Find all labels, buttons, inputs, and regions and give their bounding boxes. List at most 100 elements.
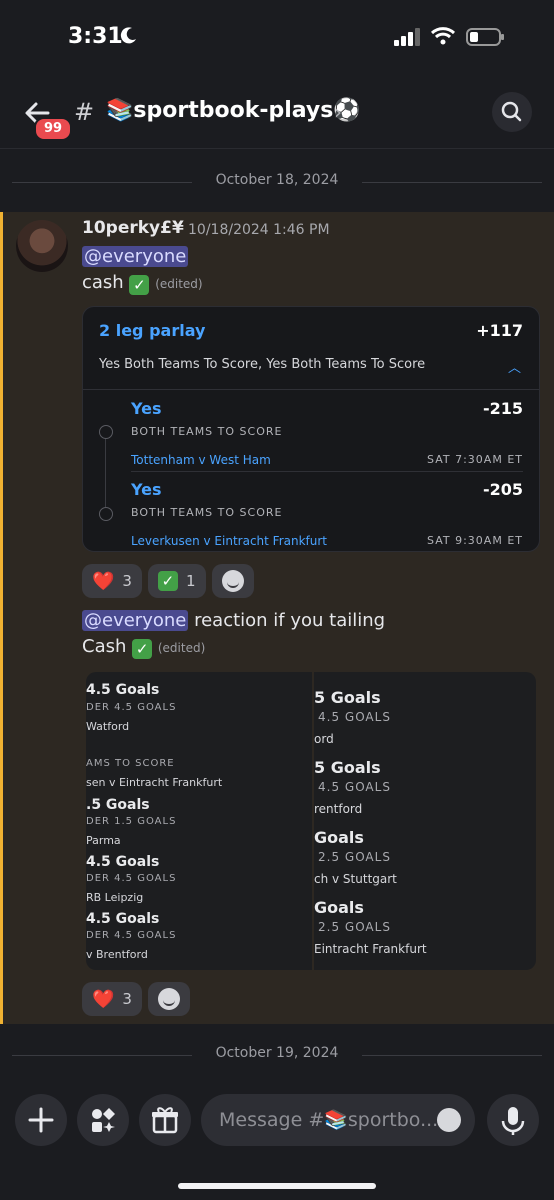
add-reaction-button[interactable] <box>211 564 254 598</box>
bet-market: DER 4.5 GOALS <box>86 702 177 713</box>
message-line-1: @everyone <box>82 246 189 267</box>
composer-bar: Message #📚sportbo... <box>0 1080 554 1200</box>
bet-market: DER 4.5 GOALS <box>86 930 177 941</box>
gift-button[interactable] <box>139 1094 191 1146</box>
bet-game: ord <box>314 732 334 746</box>
mention-highlight-bar <box>0 212 3 1024</box>
bet-title: Goals <box>314 898 364 917</box>
channel-header: 99 # 📚sportbook-plays⚽ › <box>0 80 554 149</box>
bet-title: 4.5 Goals <box>86 682 160 698</box>
apps-button[interactable] <box>77 1094 129 1146</box>
heart-icon: ❤️ <box>92 988 115 1010</box>
message-timestamp: 10/18/2024 1:46 PM <box>188 222 330 238</box>
attachment-image-right[interactable]: 5 Goals 4.5 GOALS ord 5 Goals 4.5 GOALS … <box>314 672 536 970</box>
heart-icon: ❤️ <box>92 570 115 592</box>
reaction-heart[interactable]: ❤️ 3 <box>82 982 142 1016</box>
reaction-count: 3 <box>122 572 132 590</box>
bet-market: DER 1.5 GOALS <box>86 816 177 827</box>
date-divider: October 18, 2024 <box>12 172 542 192</box>
search-button[interactable] <box>492 92 532 132</box>
parlay-odds: +117 <box>476 321 523 340</box>
leg-odds: -205 <box>482 480 523 499</box>
reaction-heart[interactable]: ❤️ 3 <box>82 564 142 598</box>
reaction-count: 3 <box>122 990 132 1008</box>
chevron-right-icon[interactable]: › <box>334 100 342 124</box>
message-text: reaction if you tailing <box>188 610 386 631</box>
cellular-signal-icon <box>394 28 420 46</box>
attachment-image-left[interactable]: 4.5 Goals DER 4.5 GOALS Watford AMS TO S… <box>86 672 312 970</box>
bet-market: 2.5 GOALS <box>318 920 391 934</box>
bet-market: 2.5 GOALS <box>318 850 391 864</box>
moon-icon <box>120 27 136 44</box>
author-name[interactable]: 10perky£¥ <box>82 218 184 238</box>
voice-message-button[interactable] <box>487 1094 539 1146</box>
add-reaction-button[interactable] <box>147 982 190 1016</box>
message-text: cash <box>82 272 124 293</box>
check-mark-icon: ✓ <box>129 275 150 295</box>
date-divider: October 19, 2024 <box>12 1045 542 1065</box>
message-line-2: cash ✓ (edited) <box>82 272 203 295</box>
leg-time: SAT 7:30AM ET <box>427 453 523 466</box>
search-icon <box>501 101 522 122</box>
bet-game: Eintracht Frankfurt <box>314 942 427 956</box>
parlay-title: 2 leg parlay <box>99 321 206 340</box>
unread-badge: 99 <box>34 117 72 141</box>
parlay-card[interactable]: 2 leg parlay +117 Yes Both Teams To Scor… <box>82 306 540 552</box>
wifi-icon <box>430 27 456 45</box>
reaction-bar: ❤️ 3 ✓ 1 <box>82 564 254 598</box>
avatar[interactable] <box>16 220 68 272</box>
message-placeholder: Message #📚sportbo... <box>219 1109 439 1131</box>
bet-game: rentford <box>314 802 363 816</box>
bet-game: Parma <box>86 834 121 847</box>
bet-title: 4.5 Goals <box>86 911 160 927</box>
reaction-check[interactable]: ✓ 1 <box>147 564 206 598</box>
apps-icon <box>92 1108 115 1132</box>
bet-market: AMS TO SCORE <box>86 758 175 769</box>
bet-title: 5 Goals <box>314 758 381 777</box>
leg-market: BOTH TEAMS TO SCORE <box>131 425 283 438</box>
bet-title: 5 Goals <box>314 688 381 707</box>
edited-label: (edited) <box>157 641 206 655</box>
add-attachment-button[interactable] <box>15 1094 67 1146</box>
everyone-mention[interactable]: @everyone <box>82 246 189 267</box>
hashtag-icon: # <box>74 98 95 126</box>
leg-pick: Yes <box>131 399 162 418</box>
check-mark-icon: ✓ <box>132 639 153 659</box>
leg-game[interactable]: Tottenham v West Ham <box>131 453 271 467</box>
bet-game: v Brentford <box>86 948 148 961</box>
bet-title: 4.5 Goals <box>86 854 160 870</box>
channel-name[interactable]: 📚sportbook-plays⚽ <box>106 98 361 123</box>
bet-game: RB Leipzig <box>86 891 144 904</box>
chevron-up-icon[interactable]: ︿ <box>508 357 521 376</box>
check-mark-icon: ✓ <box>157 571 178 591</box>
microphone-icon <box>501 1107 525 1135</box>
status-bar: 3:31 <box>0 0 554 80</box>
bet-title: Goals <box>314 828 364 847</box>
bet-game: ch v Stuttgart <box>314 872 397 886</box>
edited-label: (edited) <box>155 277 203 291</box>
message-input[interactable]: Message #📚sportbo... <box>201 1094 475 1146</box>
message-line-3: @everyone reaction if you tailing <box>82 610 385 631</box>
clock: 3:31 <box>68 24 123 49</box>
plus-icon <box>28 1107 54 1133</box>
emoji-icon[interactable] <box>437 1108 461 1132</box>
parlay-leg: Yes BOTH TEAMS TO SCORE Tottenham v West… <box>83 391 539 471</box>
everyone-mention[interactable]: @everyone <box>82 610 189 631</box>
add-reaction-icon <box>157 988 180 1010</box>
home-indicator <box>178 1183 376 1189</box>
message-text: Cash <box>82 636 127 657</box>
message-line-4: Cash ✓ (edited) <box>82 636 205 659</box>
bet-game: Watford <box>86 720 130 733</box>
leg-pick: Yes <box>131 480 162 499</box>
leg-game[interactable]: Leverkusen v Eintracht Frankfurt <box>131 534 327 548</box>
bet-game: sen v Eintracht Frankfurt <box>86 776 223 789</box>
leg-time: SAT 9:30AM ET <box>427 534 523 547</box>
bet-market: 4.5 GOALS <box>318 780 391 794</box>
parlay-leg: Yes BOTH TEAMS TO SCORE Leverkusen v Ein… <box>83 472 539 551</box>
bet-market: DER 4.5 GOALS <box>86 873 177 884</box>
leg-market: BOTH TEAMS TO SCORE <box>131 506 283 519</box>
bet-title: .5 Goals <box>86 797 150 813</box>
reaction-bar: ❤️ 3 <box>82 982 190 1016</box>
add-reaction-icon <box>221 570 244 592</box>
battery-icon <box>466 28 504 46</box>
